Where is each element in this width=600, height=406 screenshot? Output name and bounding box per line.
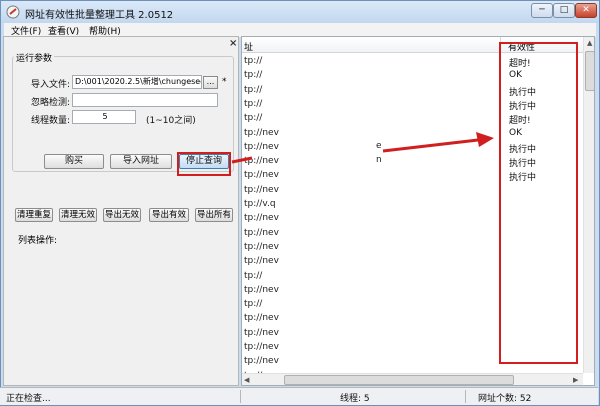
required-asterisk: * — [222, 77, 227, 87]
url-cell: tp://nev — [244, 356, 279, 367]
horizontal-scrollbar[interactable]: ◀ ▶ — [242, 373, 583, 385]
clean-invalid-button[interactable]: 清理无效 — [59, 208, 97, 222]
url-cell: tp://nev — [244, 141, 279, 152]
list-ops-label: 列表操作: — [18, 236, 58, 246]
window-title: 网址有效性批量整理工具 2.0512 — [25, 10, 174, 21]
title-bar: 网址有效性批量整理工具 2.0512 ─ □ ✕ — [1, 1, 599, 23]
stop-button-highlight — [177, 152, 231, 176]
ignore-check-field[interactable] — [72, 93, 218, 107]
url-cell: tp://v.q — [244, 199, 276, 209]
close-button[interactable]: ✕ — [575, 3, 597, 18]
buy-button[interactable]: 购买 — [44, 154, 104, 169]
status-divider — [240, 390, 241, 403]
url-fragment: e — [376, 141, 382, 151]
threads-hint: (1~10之间) — [146, 116, 196, 126]
status-state: 正在检查... — [6, 394, 51, 404]
threads-label: 线程数量: — [31, 116, 71, 126]
export-valid-button[interactable]: 导出有效 — [149, 208, 189, 222]
url-cell: tp://nev — [244, 213, 279, 224]
export-all-button[interactable]: 导出所有 — [195, 208, 233, 222]
menu-bar: 文件(F) 查看(V) 帮助(H) — [4, 23, 596, 37]
clean-duplicates-button[interactable]: 清理重复 — [15, 208, 53, 222]
panel-close-icon[interactable]: × — [229, 38, 237, 49]
url-cell: tp:// — [244, 98, 263, 109]
threads-input[interactable]: 5 — [72, 110, 136, 124]
column-url-header[interactable]: 址 — [244, 40, 253, 53]
status-threads: 线程: 5 — [340, 394, 370, 404]
url-cell: tp:// — [244, 299, 263, 310]
vertical-scroll-thumb[interactable] — [585, 51, 594, 91]
url-cell: tp://nev — [244, 327, 279, 338]
minimize-button[interactable]: ─ — [531, 3, 553, 18]
url-cell: tp://nev — [244, 256, 279, 267]
browse-button[interactable]: ... — [203, 76, 218, 89]
url-cell: tp://nev — [244, 184, 279, 195]
url-cell: tp://nev — [244, 156, 279, 167]
status-url-count: 网址个数: 52 — [478, 394, 532, 404]
app-icon — [6, 5, 20, 19]
url-cell: tp:// — [244, 113, 263, 124]
scroll-left-icon[interactable]: ◀ — [244, 376, 249, 384]
url-cell: tp://nev — [244, 170, 279, 181]
ignore-check-label: 忽略检测: — [31, 98, 71, 108]
maximize-button[interactable]: □ — [553, 3, 575, 18]
url-cell: tp://nev — [244, 284, 279, 295]
scroll-up-icon[interactable]: ▲ — [587, 39, 592, 47]
status-divider — [465, 390, 466, 403]
url-fragment: n — [376, 155, 382, 165]
params-group-title: 运行参数 — [14, 51, 55, 64]
url-cell: tp:// — [244, 84, 263, 95]
url-cell: tp:// — [244, 270, 263, 281]
vertical-scrollbar[interactable]: ▲ — [583, 37, 594, 373]
url-cell: tp://nev — [244, 241, 279, 252]
url-cell: tp:// — [244, 56, 263, 66]
validity-column-highlight — [499, 42, 578, 364]
export-invalid-button[interactable]: 导出无效 — [103, 208, 141, 222]
url-cell: tp://nev — [244, 227, 279, 238]
status-bar: 正在检查... 线程: 5 网址个数: 52 — [0, 387, 598, 405]
url-cell: tp:// — [244, 70, 263, 81]
import-file-label: 导入文件: — [31, 80, 71, 90]
url-cell: tp://nev — [244, 313, 279, 324]
import-file-field[interactable]: D:\001\2020.2.5\新增\chungeseo. — [72, 75, 202, 89]
url-cell: tp://nev — [244, 342, 279, 352]
url-cell: tp://nev — [244, 127, 279, 138]
horizontal-scroll-thumb[interactable] — [284, 375, 514, 385]
import-urls-button[interactable]: 导入网址 — [110, 154, 172, 169]
scroll-right-icon[interactable]: ▶ — [573, 376, 578, 384]
